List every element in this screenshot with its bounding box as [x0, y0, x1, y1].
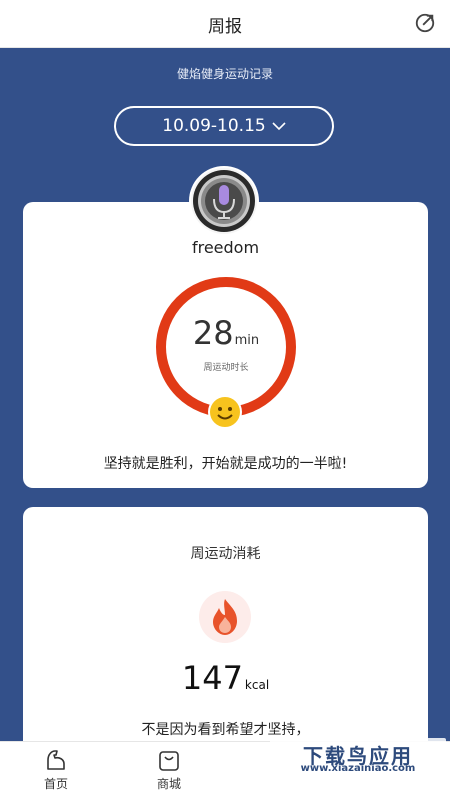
date-range-selector[interactable]: 10.09-10.15: [114, 106, 334, 146]
duration-unit: min: [234, 333, 260, 348]
watermark-url: www.xiazainiao.com: [300, 763, 416, 774]
duration-label: 周运动时长: [203, 363, 249, 373]
tab-mall-label: 商城: [156, 777, 181, 791]
top-bar: 周报: [0, 0, 450, 48]
smiley-icon: [208, 395, 242, 429]
tab-home-label: 首页: [43, 777, 68, 791]
app-subtitle: 健焰健身运动记录: [176, 67, 273, 81]
calories-title: 周运动消耗: [190, 546, 261, 562]
watermark: 下载鸟应用 www.xiazainiao.com: [270, 738, 446, 778]
calories-motto: 不是因为看到希望才坚持，: [141, 722, 310, 738]
date-range-label: 10.09-10.15: [162, 116, 266, 136]
calories-number: 147: [181, 659, 243, 697]
calories-unit: kcal: [244, 678, 270, 692]
page-title: 周报: [208, 17, 242, 37]
shopping-bag-icon: [159, 751, 179, 771]
duration-number: 28: [192, 314, 234, 352]
calories-card: 周运动消耗 147 kcal 不是因为看到希望才坚持，: [23, 507, 428, 767]
duration-value: 28min: [153, 314, 299, 352]
tab-home[interactable]: 首页: [26, 748, 86, 792]
flame-icon: [213, 599, 237, 635]
duration-card: freedom 28min 周运动时长 坚持就是胜利，开始就是成功的一半啦!: [23, 202, 428, 488]
chevron-down-icon: [272, 122, 286, 131]
username: freedom: [191, 238, 260, 257]
flame-icon-container: [199, 591, 251, 643]
tab-mall[interactable]: 商城: [139, 748, 199, 792]
microphone-icon: [193, 170, 255, 232]
avatar[interactable]: [191, 168, 257, 234]
fitness-arm-icon: [47, 750, 65, 770]
calories-value: 147 kcal: [23, 659, 428, 697]
share-icon[interactable]: [414, 12, 436, 34]
duration-motto: 坚持就是胜利，开始就是成功的一半啦!: [103, 456, 348, 472]
